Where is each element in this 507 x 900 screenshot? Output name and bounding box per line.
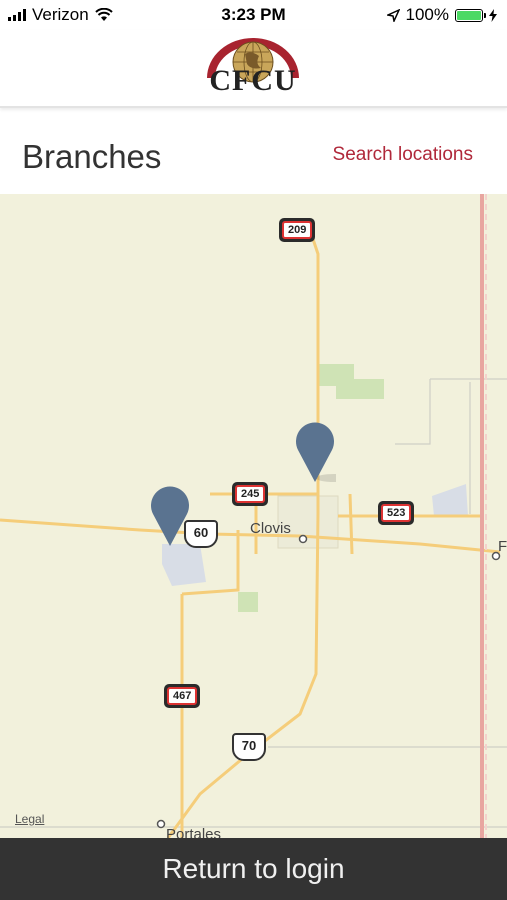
route-523-shield: 523 bbox=[378, 501, 415, 525]
search-locations-link[interactable]: Search locations bbox=[333, 144, 473, 166]
status-bar: Verizon 3:23 PM 100% bbox=[0, 0, 507, 30]
map-legal-link[interactable]: Legal bbox=[15, 812, 44, 826]
app-header: CFCU bbox=[0, 30, 507, 108]
battery-percent: 100% bbox=[405, 5, 449, 24]
location-arrow-icon bbox=[386, 8, 400, 22]
charging-bolt-icon bbox=[489, 8, 497, 22]
park-area bbox=[238, 592, 258, 612]
route-245-shield: 245 bbox=[232, 482, 269, 506]
cfcu-logo: CFCU bbox=[203, 34, 303, 100]
town-label-partial: F bbox=[498, 538, 507, 555]
clovis-dot bbox=[298, 534, 308, 544]
airport-area bbox=[162, 544, 206, 586]
route-209-shield: 209 bbox=[279, 218, 316, 242]
battery-icon bbox=[455, 8, 486, 22]
clovis-label: Clovis bbox=[250, 520, 291, 537]
branch-map[interactable]: Clovis Portales F 209 245 523 467 60 70 … bbox=[0, 194, 507, 838]
route-467-shield: 467 bbox=[164, 684, 201, 708]
title-row: Branches Search locations bbox=[0, 108, 507, 194]
portales-label: Portales bbox=[166, 826, 222, 838]
return-to-login-label: Return to login bbox=[162, 853, 345, 884]
logo-text: CFCU bbox=[209, 64, 297, 97]
branch-pin[interactable] bbox=[149, 484, 191, 546]
airport-area bbox=[432, 484, 468, 516]
branch-pin[interactable] bbox=[294, 420, 336, 482]
page-title: Branches bbox=[22, 138, 162, 175]
park-area bbox=[336, 379, 384, 399]
return-to-login-button[interactable]: Return to login bbox=[0, 838, 507, 900]
portales-dot bbox=[156, 819, 166, 829]
us-70-shield: 70 bbox=[232, 733, 266, 761]
status-right: 100% bbox=[386, 5, 497, 25]
